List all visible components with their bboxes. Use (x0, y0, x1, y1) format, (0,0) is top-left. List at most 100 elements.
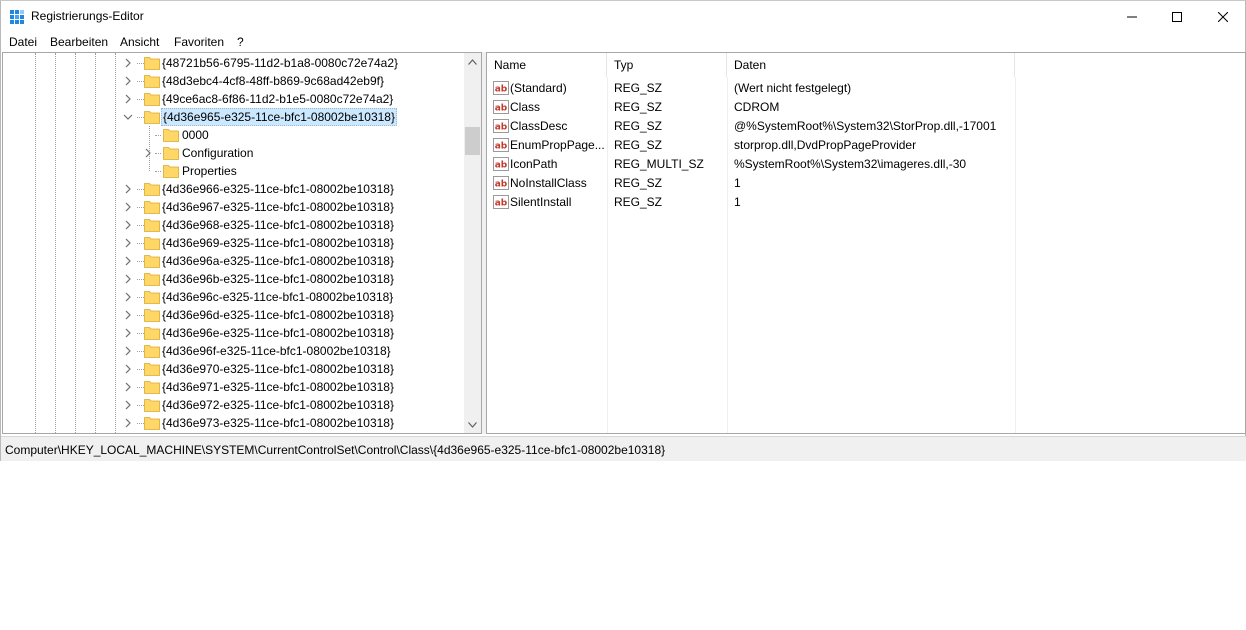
tree-item-label[interactable]: {4d36e966-e325-11ce-bfc1-08002be10318} (161, 181, 395, 197)
chevron-right-icon[interactable] (123, 202, 133, 212)
value-type: REG_SZ (614, 81, 663, 95)
menu-bearbeiten[interactable]: Bearbeiten (50, 35, 108, 49)
column-header-data[interactable]: Daten (727, 53, 1015, 77)
tree-item[interactable]: {4d36e971-e325-11ce-bfc1-08002be10318} (3, 378, 465, 396)
minimize-button[interactable] (1109, 1, 1155, 32)
svg-text:ab: ab (495, 123, 508, 133)
tree-item[interactable]: {4d36e96e-e325-11ce-bfc1-08002be10318} (3, 324, 465, 342)
value-row[interactable]: ab IconPath REG_MULTI_SZ %SystemRoot%\Syste… (487, 155, 1227, 174)
chevron-right-icon[interactable] (123, 346, 133, 356)
column-header-type[interactable]: Typ (607, 53, 727, 77)
tree-item-label[interactable]: {4d36e96e-e325-11ce-bfc1-08002be10318} (161, 325, 395, 341)
value-name: (Standard) (510, 81, 567, 95)
tree-item-label[interactable]: {4d36e96c-e325-11ce-bfc1-08002be10318} (161, 289, 394, 305)
tree-item[interactable]: {4d36e970-e325-11ce-bfc1-08002be10318} (3, 360, 465, 378)
tree-item-label[interactable]: {4d36e96f-e325-11ce-bfc1-08002be10318} (161, 343, 392, 359)
tree-item-label[interactable]: {4d36e96d-e325-11ce-bfc1-08002be10318} (161, 307, 395, 323)
tree-item[interactable]: {48d3ebc4-4cf8-48ff-b869-9c68ad42eb9f} (3, 72, 465, 90)
folder-icon (144, 381, 160, 394)
tree-item-label[interactable]: {4d36e96a-e325-11ce-bfc1-08002be10318} (161, 253, 395, 269)
chevron-right-icon[interactable] (123, 310, 133, 320)
tree-item[interactable]: {4d36e96b-e325-11ce-bfc1-08002be10318} (3, 270, 465, 288)
column-header-name[interactable]: Name (487, 53, 607, 77)
tree-item-label[interactable]: 0000 (181, 127, 210, 143)
tree-item-label[interactable]: {4d36e96b-e325-11ce-bfc1-08002be10318} (161, 271, 395, 287)
tree-connector (137, 423, 144, 424)
chevron-right-icon[interactable] (123, 58, 133, 68)
tree-item-label[interactable]: {4d36e972-e325-11ce-bfc1-08002be10318} (161, 397, 395, 413)
value-row[interactable]: ab NoInstallClass REG_SZ 1 (487, 174, 1227, 193)
folder-icon (163, 129, 179, 142)
tree-item[interactable]: {4d36e972-e325-11ce-bfc1-08002be10318} (3, 396, 465, 414)
chevron-right-icon[interactable] (123, 364, 133, 374)
tree-item-label[interactable]: {4d36e973-e325-11ce-bfc1-08002be10318} (161, 415, 395, 431)
folder-icon (144, 255, 160, 268)
tree-item-label[interactable]: {4d36e971-e325-11ce-bfc1-08002be10318} (161, 379, 395, 395)
tree-item-label[interactable]: Configuration (181, 145, 254, 161)
tree-item[interactable]: {4d36e966-e325-11ce-bfc1-08002be10318} (3, 180, 465, 198)
chevron-right-icon[interactable] (123, 238, 133, 248)
chevron-right-icon[interactable] (123, 256, 133, 266)
tree-item-label[interactable]: {4d36e970-e325-11ce-bfc1-08002be10318} (161, 361, 395, 377)
tree-item-label[interactable]: {4d36e967-e325-11ce-bfc1-08002be10318} (161, 199, 395, 215)
scroll-up-button[interactable] (464, 53, 481, 70)
scroll-down-button[interactable] (464, 416, 481, 433)
value-row[interactable]: ab SilentInstall REG_SZ 1 (487, 193, 1227, 212)
tree-item[interactable]: {4d36e968-e325-11ce-bfc1-08002be10318} (3, 216, 465, 234)
close-button[interactable] (1200, 1, 1246, 32)
folder-icon (144, 309, 160, 322)
tree-item-label[interactable]: {4d36e968-e325-11ce-bfc1-08002be10318} (161, 217, 395, 233)
chevron-right-icon[interactable] (123, 400, 133, 410)
tree-scrollbar[interactable] (464, 53, 481, 433)
chevron-down-icon[interactable] (123, 112, 133, 122)
maximize-button[interactable] (1154, 1, 1200, 32)
scrollbar-thumb[interactable] (465, 127, 480, 155)
tree-item[interactable]: Properties (3, 162, 465, 180)
tree-item[interactable]: {4d36e965-e325-11ce-bfc1-08002be10318} (3, 108, 465, 126)
tree-item-label[interactable]: {48721b56-6795-11d2-b1a8-0080c72e74a2} (161, 55, 399, 71)
tree-item-label[interactable]: {4d36e965-e325-11ce-bfc1-08002be10318} (161, 108, 397, 126)
chevron-right-icon[interactable] (123, 220, 133, 230)
tree-item-label[interactable]: {4d36e969-e325-11ce-bfc1-08002be10318} (161, 235, 395, 251)
menu-help[interactable]: ? (237, 35, 244, 49)
chevron-right-icon[interactable] (123, 94, 133, 104)
tree-item[interactable]: {4d36e96c-e325-11ce-bfc1-08002be10318} (3, 288, 465, 306)
chevron-right-icon[interactable] (123, 382, 133, 392)
tree-connector (137, 99, 144, 100)
chevron-right-icon[interactable] (123, 274, 133, 284)
tree-item[interactable]: {4d36e96a-e325-11ce-bfc1-08002be10318} (3, 252, 465, 270)
tree-item[interactable]: {4d36e973-e325-11ce-bfc1-08002be10318} (3, 414, 465, 432)
tree-item-label[interactable]: {48d3ebc4-4cf8-48ff-b869-9c68ad42eb9f} (161, 73, 385, 89)
tree-item-label[interactable]: {49ce6ac8-6f86-11d2-b1e5-0080c72e74a2} (161, 91, 394, 107)
maximize-icon (1172, 11, 1182, 22)
values-list[interactable]: Name Typ Daten ab (Standard) REG_SZ (Wert n… (486, 52, 1246, 434)
chevron-right-icon[interactable] (143, 148, 153, 158)
menu-datei[interactable]: Datei (9, 35, 37, 49)
tree-connector (137, 243, 144, 244)
chevron-right-icon[interactable] (123, 76, 133, 86)
value-row[interactable]: ab (Standard) REG_SZ (Wert nicht festgelegt… (487, 79, 1227, 98)
value-row[interactable]: ab ClassDesc REG_SZ @%SystemRoot%\System32\… (487, 117, 1227, 136)
tree-item[interactable]: {49ce6ac8-6f86-11d2-b1e5-0080c72e74a2} (3, 90, 465, 108)
tree-item[interactable]: {48721b56-6795-11d2-b1a8-0080c72e74a2} (3, 54, 465, 72)
value-name: IconPath (510, 157, 558, 171)
key-tree[interactable]: {48721b56-6795-11d2-b1a8-0080c72e74a2} {4… (2, 52, 482, 434)
chevron-right-icon[interactable] (123, 418, 133, 428)
value-row[interactable]: ab EnumPropPage... REG_SZ storprop.dll,DvdP… (487, 136, 1227, 155)
menu-favoriten[interactable]: Favoriten (174, 35, 224, 49)
value-row[interactable]: ab Class REG_SZ CDROM (487, 98, 1227, 117)
tree-item[interactable]: {4d36e96f-e325-11ce-bfc1-08002be10318} (3, 342, 465, 360)
svg-text:ab: ab (495, 161, 508, 171)
tree-item[interactable]: {4d36e969-e325-11ce-bfc1-08002be10318} (3, 234, 465, 252)
tree-item[interactable]: 0000 (3, 126, 465, 144)
chevron-right-icon[interactable] (123, 184, 133, 194)
chevron-right-icon[interactable] (123, 292, 133, 302)
tree-item[interactable]: Configuration (3, 144, 465, 162)
menu-ansicht[interactable]: Ansicht (120, 35, 159, 49)
tree-item[interactable]: {4d36e96d-e325-11ce-bfc1-08002be10318} (3, 306, 465, 324)
tree-item-label[interactable]: Properties (181, 163, 238, 179)
title-bar[interactable]: Registrierungs-Editor (1, 1, 1245, 32)
folder-icon (144, 75, 160, 88)
tree-item[interactable]: {4d36e967-e325-11ce-bfc1-08002be10318} (3, 198, 465, 216)
chevron-right-icon[interactable] (123, 328, 133, 338)
